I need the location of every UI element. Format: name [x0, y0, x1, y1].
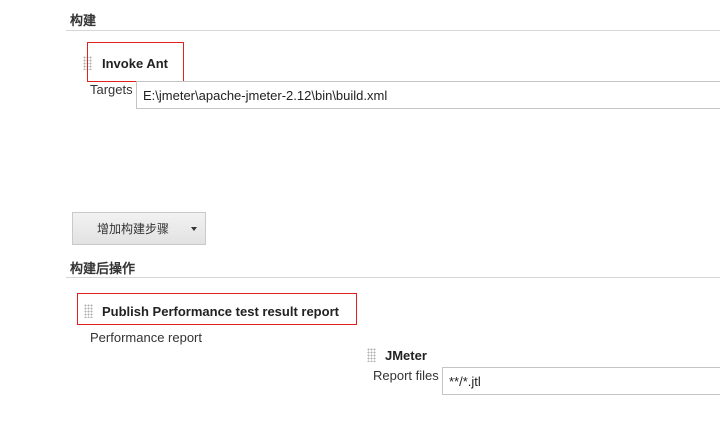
- publish-performance-step-title: Publish Performance test result report: [102, 304, 339, 319]
- drag-handle-icon[interactable]: [367, 348, 376, 362]
- build-section-divider: [66, 30, 720, 31]
- report-files-label: Report files: [373, 368, 439, 383]
- add-build-step-button[interactable]: 增加构建步骤: [72, 212, 206, 245]
- targets-label: Targets: [90, 82, 133, 97]
- build-section-title: 构建: [70, 13, 97, 28]
- jenkins-job-config: 构建 Invoke Ant Targets 增加构建步骤 构建后操作 Publi…: [0, 0, 720, 436]
- post-build-section-divider: [66, 277, 720, 278]
- add-build-step-label: 增加构建步骤: [96, 222, 169, 236]
- post-build-section-title: 构建后操作: [70, 261, 136, 276]
- chevron-down-icon[interactable]: [183, 226, 205, 231]
- jmeter-parser-title: JMeter: [385, 348, 427, 363]
- invoke-ant-step-title: Invoke Ant: [102, 56, 168, 71]
- targets-input[interactable]: [136, 81, 720, 109]
- performance-report-label: Performance report: [90, 330, 202, 345]
- drag-handle-icon[interactable]: [84, 304, 93, 318]
- report-files-input[interactable]: [442, 367, 720, 395]
